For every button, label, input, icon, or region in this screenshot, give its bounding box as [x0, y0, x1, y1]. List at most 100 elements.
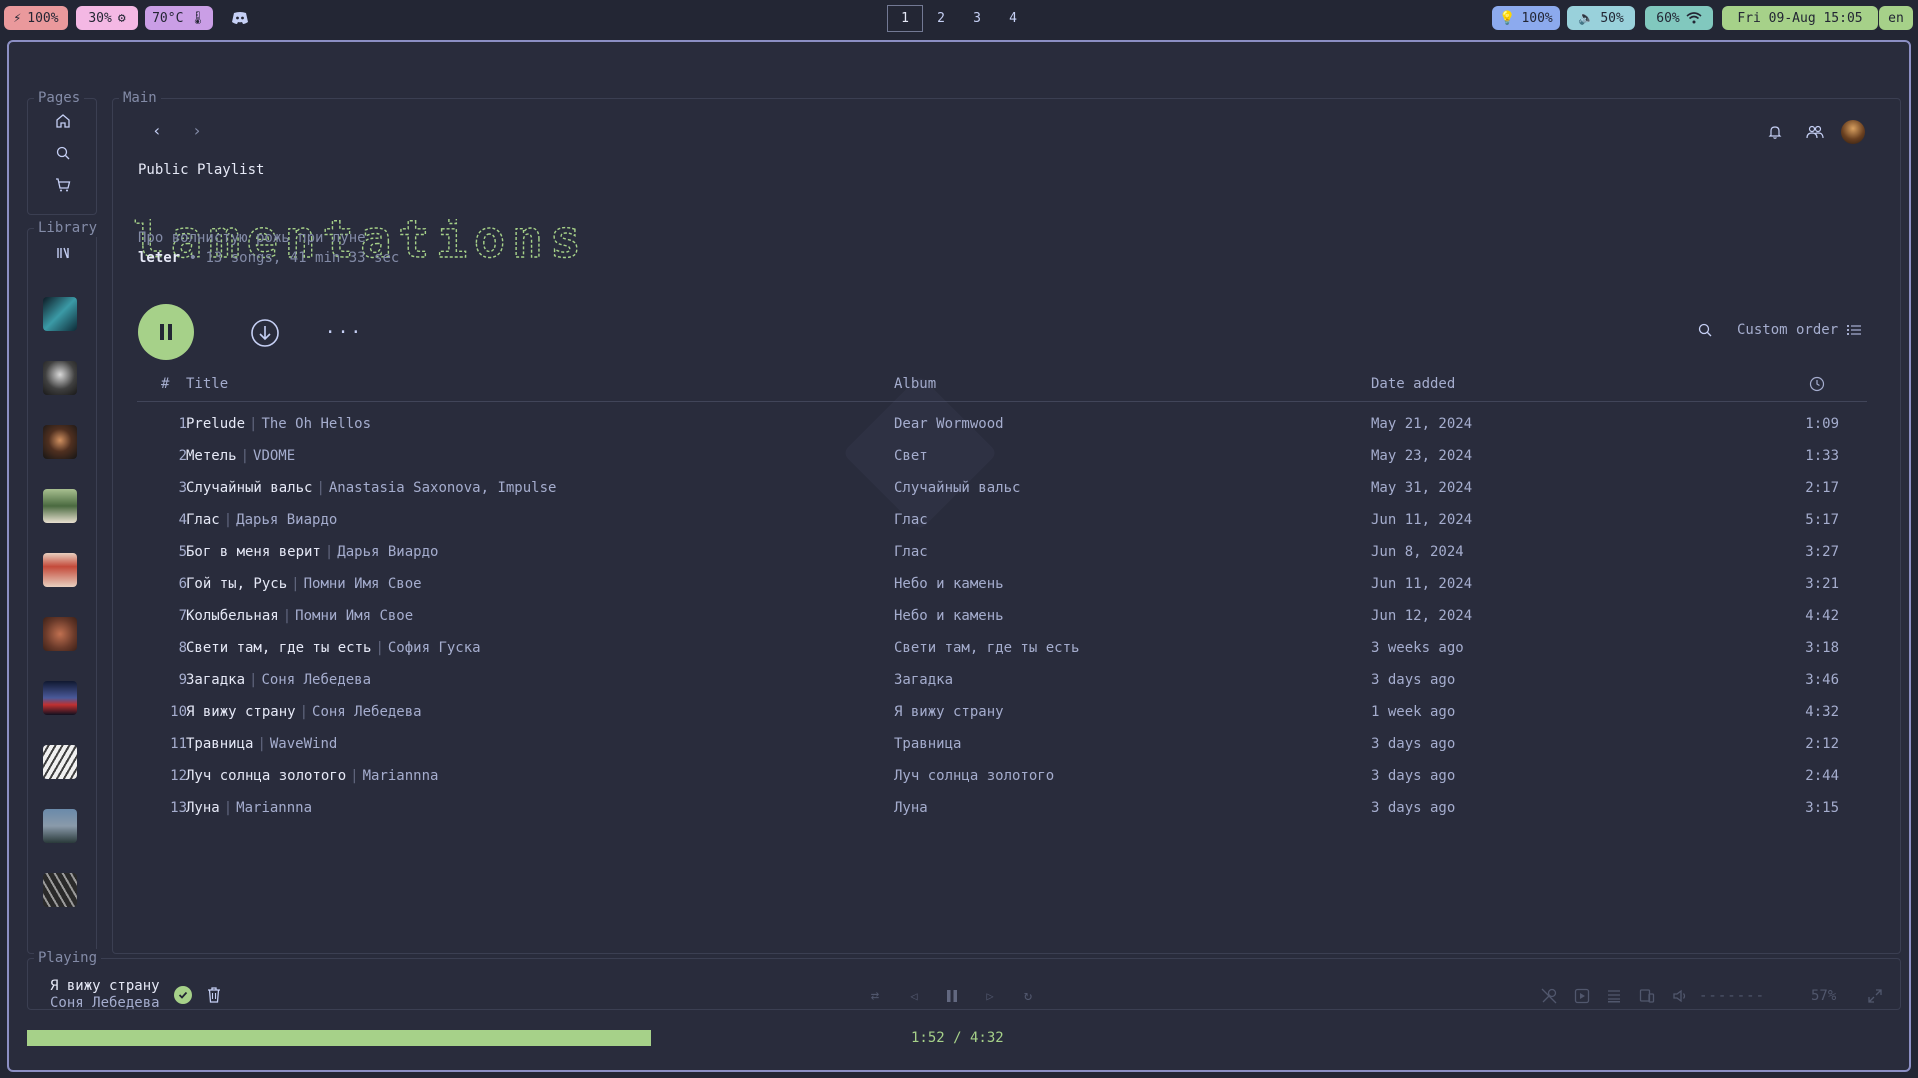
table-row[interactable]: 2 Метель | VDOME Свет May 23, 2024 1:33 [137, 440, 1867, 472]
track-title[interactable]: Я вижу страну [186, 704, 296, 720]
search-icon[interactable] [28, 145, 98, 161]
track-artist[interactable]: Дарья Виардо [236, 512, 337, 528]
volume-widget[interactable]: 🔈 50% [1567, 6, 1635, 30]
track-artist[interactable]: Соня Лебедева [312, 704, 422, 720]
track-title[interactable]: Луч солнца золотого [186, 768, 346, 784]
track-artist[interactable]: Mariannna [363, 768, 439, 784]
devices-button[interactable] [1637, 986, 1657, 1006]
lyrics-button[interactable] [1538, 986, 1560, 1006]
library-cover-8[interactable] [43, 745, 77, 779]
previous-button[interactable]: ◁ [904, 986, 924, 1006]
mute-button[interactable] [1670, 986, 1690, 1006]
table-row[interactable]: 3 Случайный вальс | Anastasia Saxonova, Im… [137, 472, 1867, 504]
track-artist[interactable]: Anastasia Saxonova, Impulse [329, 480, 557, 496]
shuffle-button[interactable]: ⇄ [865, 986, 885, 1006]
home-icon[interactable] [28, 113, 98, 129]
library-cover-6[interactable] [43, 617, 77, 651]
more-options-button[interactable]: ··· [325, 322, 362, 343]
cart-icon[interactable] [28, 177, 98, 193]
library-cover-5[interactable] [43, 553, 77, 587]
track-title[interactable]: Бог в меня верит [186, 544, 321, 560]
track-album[interactable]: Свет [894, 448, 928, 464]
avatar[interactable] [1841, 120, 1865, 144]
track-title[interactable]: Гой ты, Русь [186, 576, 287, 592]
track-artist[interactable]: WaveWind [270, 736, 337, 752]
workspace-3[interactable]: 3 [959, 5, 995, 32]
library-cover-10[interactable] [43, 873, 77, 907]
track-artist[interactable]: Помни Имя Свое [304, 576, 422, 592]
table-row[interactable]: 13 Луна | Mariannna Луна 3 days ago 3:15 [137, 792, 1867, 824]
table-row[interactable]: 12 Луч солнца золотого | Mariannna Луч сол… [137, 760, 1867, 792]
back-button[interactable]: ‹ [147, 120, 167, 140]
sort-order-button[interactable]: Custom order [1737, 322, 1862, 338]
track-artist[interactable]: Соня Лебедева [261, 672, 371, 688]
forward-button[interactable]: › [187, 120, 207, 140]
track-album[interactable]: Dear Wormwood [894, 416, 1004, 432]
table-row[interactable]: 1 Prelude | The Oh Hellos Dear Wormwood Ma… [137, 408, 1867, 440]
playlist-owner[interactable]: leter [138, 250, 180, 266]
track-title[interactable]: Свети там, где ты есть [186, 640, 371, 656]
queue-button[interactable] [1604, 986, 1624, 1006]
library-icon[interactable] [28, 245, 98, 261]
delete-button[interactable] [205, 986, 223, 1004]
notifications-button[interactable] [1763, 120, 1787, 144]
table-row[interactable]: 5 Бог в меня верит | Дарья Виардо Глас Jun… [137, 536, 1867, 568]
table-row[interactable]: 9 Загадка | Соня Лебедева Загадка 3 days a… [137, 664, 1867, 696]
track-title[interactable]: Травница [186, 736, 253, 752]
workspace-1[interactable]: 1 [887, 5, 923, 32]
download-button[interactable] [249, 317, 281, 349]
fullscreen-button[interactable] [1865, 986, 1885, 1006]
table-row[interactable]: 4 Глас | Дарья Виардо Глас Jun 11, 2024 5:… [137, 504, 1867, 536]
library-cover-4[interactable] [43, 489, 77, 523]
workspace-4[interactable]: 4 [995, 5, 1031, 32]
track-album[interactable]: Небо и камень [894, 576, 1004, 592]
friends-button[interactable] [1803, 120, 1827, 144]
track-artist[interactable]: София Гуска [388, 640, 481, 656]
track-album[interactable]: Свети там, где ты есть [894, 640, 1079, 656]
now-playing-artist[interactable]: Соня Лебедева [50, 995, 160, 1011]
saved-check-button[interactable] [174, 986, 192, 1004]
now-playing-view-button[interactable] [1572, 986, 1592, 1006]
track-title[interactable]: Загадка [186, 672, 245, 688]
track-artist[interactable]: The Oh Hellos [261, 416, 371, 432]
track-artist[interactable]: Дарья Виардо [337, 544, 438, 560]
discord-icon[interactable] [223, 6, 257, 30]
track-title[interactable]: Глас [186, 512, 220, 528]
repeat-button[interactable]: ↻ [1018, 986, 1038, 1006]
track-album[interactable]: Случайный вальс [894, 480, 1020, 496]
track-album[interactable]: Небо и камень [894, 608, 1004, 624]
track-artist[interactable]: Mariannna [236, 800, 312, 816]
column-title[interactable]: Title [186, 376, 228, 392]
table-row[interactable]: 8 Свети там, где ты есть | София Гуска Све… [137, 632, 1867, 664]
library-cover-9[interactable] [43, 809, 77, 843]
library-cover-2[interactable] [43, 361, 77, 395]
track-title[interactable]: Prelude [186, 416, 245, 432]
playlist-search-button[interactable] [1693, 318, 1717, 342]
player-pause-button[interactable] [942, 986, 962, 1006]
track-album[interactable]: Глас [894, 512, 928, 528]
clock-widget[interactable]: Fri 09-Aug 15:05 [1722, 6, 1878, 30]
track-album[interactable]: Луч солнца золотого [894, 768, 1054, 784]
now-playing-track[interactable]: Я вижу страну [50, 978, 160, 994]
volume-slider[interactable]: ------- [1699, 988, 1765, 1004]
track-title[interactable]: Луна [186, 800, 220, 816]
wifi-widget[interactable]: 60% [1645, 6, 1713, 30]
column-date-added[interactable]: Date added [1371, 376, 1455, 392]
column-duration[interactable] [1809, 376, 1825, 396]
track-album[interactable]: Травница [894, 736, 961, 752]
track-artist[interactable]: Помни Имя Свое [295, 608, 413, 624]
library-cover-1[interactable] [43, 297, 77, 331]
library-cover-3[interactable] [43, 425, 77, 459]
track-album[interactable]: Глас [894, 544, 928, 560]
play-pause-button[interactable] [138, 304, 194, 360]
track-artist[interactable]: VDOME [253, 448, 295, 464]
table-row[interactable]: 11 Травница | WaveWind Травница 3 days ago… [137, 728, 1867, 760]
temp-widget[interactable]: 70°C 🌡 [145, 6, 213, 30]
brightness-widget[interactable]: 💡 100% [1492, 6, 1560, 30]
library-cover-7[interactable] [43, 681, 77, 715]
track-album[interactable]: Я вижу страну [894, 704, 1004, 720]
cpu-widget[interactable]: 30% ⚙ [76, 6, 138, 30]
track-title[interactable]: Колыбельная [186, 608, 279, 624]
workspace-2[interactable]: 2 [923, 5, 959, 32]
track-album[interactable]: Луна [894, 800, 928, 816]
